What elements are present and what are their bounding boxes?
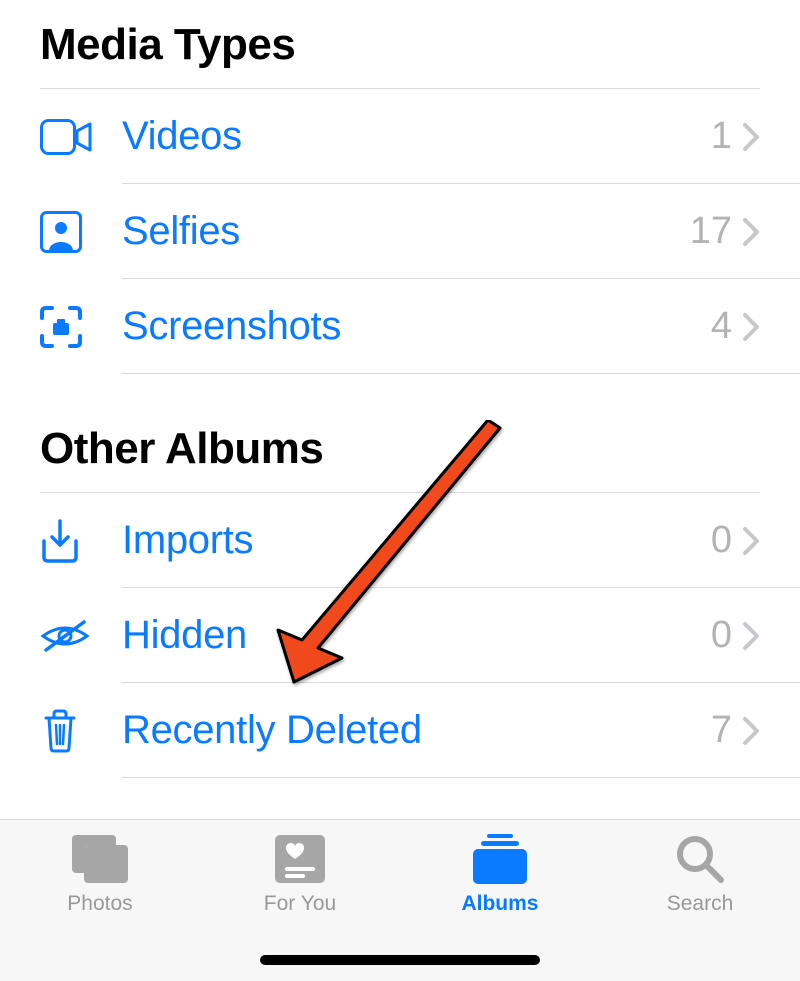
search-tab-icon: [675, 834, 725, 884]
row-label: Recently Deleted: [122, 708, 711, 753]
row-count: 0: [711, 614, 732, 657]
row-videos[interactable]: Videos 1: [40, 89, 760, 184]
video-icon: [40, 119, 122, 155]
photos-tab-icon: [72, 834, 128, 884]
section-title: Other Albums: [40, 424, 760, 474]
chevron-right-icon: [742, 526, 760, 556]
chevron-right-icon: [742, 621, 760, 651]
row-label: Imports: [122, 518, 711, 563]
row-count: 0: [711, 519, 732, 562]
chevron-right-icon: [742, 716, 760, 746]
selfies-icon: [40, 211, 122, 253]
screenshots-icon: [40, 306, 122, 348]
row-label: Videos: [122, 114, 711, 159]
section-other-albums: Other Albums Imports 0: [40, 424, 760, 778]
row-label: Selfies: [122, 209, 690, 254]
row-imports[interactable]: Imports 0: [40, 493, 760, 588]
row-screenshots[interactable]: Screenshots 4: [40, 279, 760, 374]
trash-icon: [40, 708, 122, 754]
row-label: Hidden: [122, 613, 711, 658]
home-indicator[interactable]: [260, 955, 540, 965]
row-selfies[interactable]: Selfies 17: [40, 184, 760, 279]
row-hidden[interactable]: Hidden 0: [40, 588, 760, 683]
foryou-tab-icon: [275, 834, 325, 884]
tab-search[interactable]: Search: [600, 834, 800, 981]
row-recently-deleted[interactable]: Recently Deleted 7: [40, 683, 760, 778]
chevron-right-icon: [742, 217, 760, 247]
tab-label: Search: [667, 892, 734, 916]
section-title: Media Types: [40, 20, 760, 70]
row-count: 17: [690, 210, 732, 253]
tab-label: Albums: [461, 892, 538, 916]
imports-icon: [40, 519, 122, 563]
row-count: 1: [711, 115, 732, 158]
section-media-types: Media Types Videos 1: [40, 20, 760, 374]
row-count: 7: [711, 709, 732, 752]
tab-label: For You: [264, 892, 336, 916]
row-count: 4: [711, 305, 732, 348]
tab-photos[interactable]: Photos: [0, 834, 200, 981]
chevron-right-icon: [742, 122, 760, 152]
chevron-right-icon: [742, 312, 760, 342]
hidden-icon: [40, 618, 122, 654]
tab-label: Photos: [67, 892, 132, 916]
albums-tab-icon: [473, 834, 527, 884]
row-label: Screenshots: [122, 304, 711, 349]
